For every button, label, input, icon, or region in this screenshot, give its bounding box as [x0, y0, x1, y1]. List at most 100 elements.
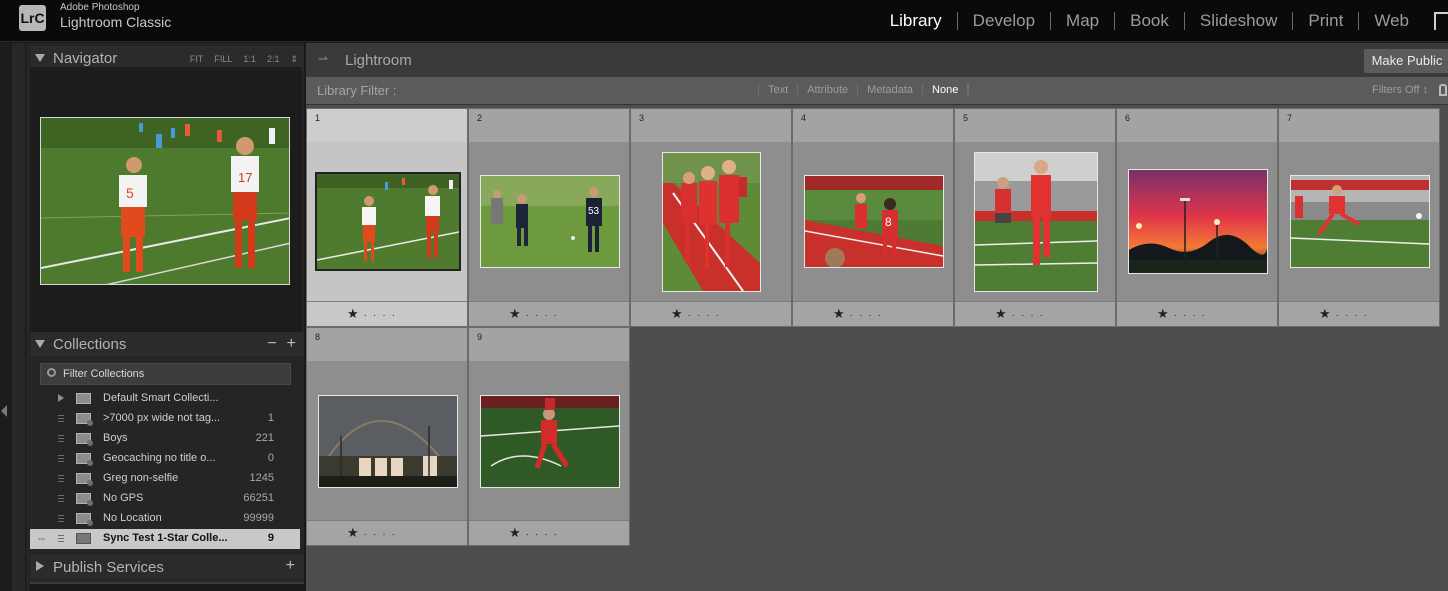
collection-row-selected[interactable]: ⇔ Sync Test 1-Star Colle... 9: [30, 529, 300, 549]
grid-cell[interactable]: 6 ★ ····: [1116, 108, 1278, 327]
disclosure-triangle-icon[interactable]: [35, 54, 45, 62]
module-picker: Library Develop Map Book Slideshow Print…: [875, 0, 1448, 42]
star-rating[interactable]: ★ ····: [509, 525, 563, 541]
publish-services-header[interactable]: Publish Services +: [30, 555, 304, 579]
collection-set-icon: [76, 393, 91, 404]
grid-cell[interactable]: 4 8 ★ ····: [792, 108, 954, 327]
thumbnail[interactable]: [480, 395, 620, 488]
zoom-more-icon[interactable]: ⇕: [290, 54, 298, 65]
thumbnail[interactable]: [662, 152, 761, 292]
unrated-dots[interactable]: ····: [364, 310, 401, 321]
filter-metadata[interactable]: Metadata: [857, 84, 922, 96]
star-icon[interactable]: ★: [1157, 306, 1170, 321]
collections-header[interactable]: Collections − +: [30, 332, 304, 356]
filter-collections-input[interactable]: Filter Collections: [40, 363, 291, 385]
smart-collection-icon: [76, 413, 93, 426]
cell-index: 8: [315, 332, 321, 342]
thumbnail[interactable]: 53: [480, 175, 620, 268]
star-icon[interactable]: ★: [995, 306, 1008, 321]
filter-presets-dropdown[interactable]: Filters Off ↕: [1372, 84, 1428, 96]
panel-corner-icon: [1434, 12, 1448, 30]
lock-icon[interactable]: [1439, 84, 1447, 96]
unrated-dots[interactable]: ····: [1012, 310, 1049, 321]
sync-arrows-icon[interactable]: ⇔: [36, 533, 47, 545]
star-rating[interactable]: ★ ····: [833, 306, 887, 322]
smart-collection-icon: [76, 433, 93, 446]
filter-collections-placeholder: Filter Collections: [63, 368, 145, 380]
module-develop[interactable]: Develop: [958, 11, 1050, 31]
zoom-2-1[interactable]: 2:1: [267, 54, 280, 65]
thumbnail[interactable]: [315, 172, 461, 271]
add-publish-service-icon[interactable]: +: [286, 557, 295, 575]
library-grid-view: ⇀ Lightroom Make Public Library Filter :…: [306, 43, 1448, 591]
unrated-dots[interactable]: ····: [850, 310, 887, 321]
unrated-dots[interactable]: ····: [526, 310, 563, 321]
left-panel-toggle-strip[interactable]: [0, 43, 12, 591]
star-icon[interactable]: ★: [509, 525, 522, 540]
star-rating[interactable]: ★ ····: [671, 306, 725, 322]
grid-cell[interactable]: 8 ★ ····: [306, 327, 468, 546]
module-slideshow[interactable]: Slideshow: [1185, 11, 1293, 31]
star-icon[interactable]: ★: [347, 306, 360, 321]
filter-attribute[interactable]: Attribute: [797, 84, 857, 96]
collection-row[interactable]: No Location 99999: [30, 509, 300, 529]
grid-cell[interactable]: 1 ★ ····: [306, 108, 468, 327]
unrated-dots[interactable]: ····: [1336, 310, 1373, 321]
module-book[interactable]: Book: [1115, 11, 1184, 31]
thumbnail[interactable]: [1128, 169, 1268, 274]
collection-row[interactable]: No GPS 66251: [30, 489, 300, 509]
disclosure-triangle-icon[interactable]: [35, 340, 45, 348]
star-rating[interactable]: ★ ····: [509, 306, 563, 322]
zoom-1-1[interactable]: 1:1: [243, 54, 256, 65]
unrated-dots[interactable]: ····: [526, 529, 563, 540]
filter-none[interactable]: None: [922, 84, 967, 96]
navigator-preview-image[interactable]: 5 17: [40, 117, 290, 285]
unrated-dots[interactable]: ····: [688, 310, 725, 321]
star-rating[interactable]: ★ ····: [1157, 306, 1211, 322]
navigator-preview-area: 5 17: [30, 67, 302, 337]
thumbnail[interactable]: [1290, 175, 1430, 268]
thumbnail[interactable]: 8: [804, 175, 944, 268]
star-rating[interactable]: ★ ····: [1319, 306, 1373, 322]
make-public-button[interactable]: Make Public: [1364, 49, 1448, 73]
collection-set-row[interactable]: Default Smart Collecti...: [30, 389, 300, 409]
star-icon[interactable]: ★: [671, 306, 684, 321]
cell-index: 3: [639, 113, 645, 123]
grid-cell[interactable]: 7 ★ ····: [1278, 108, 1440, 327]
cell-header: [631, 109, 791, 142]
grid-cell[interactable]: 5 ★ ····: [954, 108, 1116, 327]
disclosure-triangle-icon[interactable]: [36, 561, 44, 571]
collection-row[interactable]: Geocaching no title o... 0: [30, 449, 300, 469]
zoom-fill[interactable]: FILL: [214, 54, 232, 65]
filter-text[interactable]: Text: [758, 84, 797, 96]
zoom-fit[interactable]: FIT: [190, 54, 204, 65]
grid-cell[interactable]: 2 53 ★ ····: [468, 108, 630, 327]
grid-cell[interactable]: 9 ★ ····: [468, 327, 630, 546]
unrated-dots[interactable]: ····: [364, 529, 401, 540]
star-icon[interactable]: ★: [833, 306, 846, 321]
thumbnail[interactable]: [974, 152, 1098, 292]
star-rating[interactable]: ★ ····: [347, 306, 401, 322]
module-print[interactable]: Print: [1293, 11, 1358, 31]
module-library[interactable]: Library: [875, 11, 957, 31]
cell-footer: ★ ····: [307, 301, 467, 326]
sync-arrow-icon[interactable]: ⇀: [318, 52, 328, 66]
star-icon[interactable]: ★: [1319, 306, 1332, 321]
star-icon[interactable]: ★: [509, 306, 522, 321]
collection-row[interactable]: Boys 221: [30, 429, 300, 449]
collection-row[interactable]: Greg non-selfie 1245: [30, 469, 300, 489]
expand-triangle-icon[interactable]: [58, 394, 64, 402]
module-web[interactable]: Web: [1359, 11, 1424, 31]
star-icon[interactable]: ★: [347, 525, 360, 540]
star-rating[interactable]: ★ ····: [995, 306, 1049, 322]
collapse-left-icon[interactable]: [1, 405, 7, 417]
grid-cell[interactable]: 3 ★ ····: [630, 108, 792, 327]
remove-collection-icon[interactable]: −: [267, 335, 276, 353]
unrated-dots[interactable]: ····: [1174, 310, 1211, 321]
thumbnail[interactable]: [318, 395, 458, 488]
collection-row[interactable]: >7000 px wide not tag... 1: [30, 409, 300, 429]
collection-name: >7000 px wide not tag...: [103, 412, 221, 424]
module-map[interactable]: Map: [1051, 11, 1114, 31]
star-rating[interactable]: ★ ····: [347, 525, 401, 541]
add-collection-icon[interactable]: +: [287, 335, 296, 353]
